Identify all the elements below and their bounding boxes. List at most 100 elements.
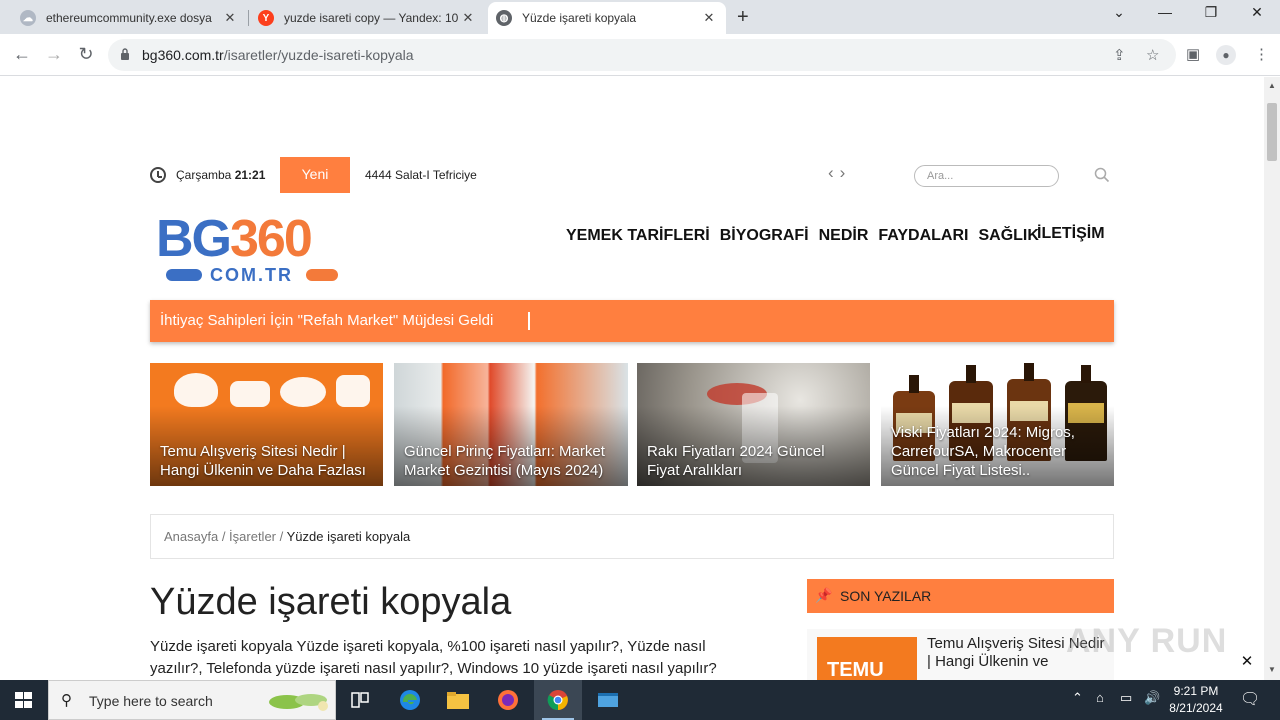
page-title: Yüzde işareti kopyala: [150, 581, 512, 623]
nav-item-iletisim[interactable]: İLETİŞİM: [1037, 225, 1105, 243]
breadcrumb-trail: Anasayfa / İşaretler / Yüzde işareti kop…: [164, 529, 410, 544]
logo-part-360: 360: [230, 210, 313, 268]
logo-pill-left: [166, 269, 202, 281]
clock-icon: [150, 167, 166, 183]
share-icon[interactable]: ⇪: [1113, 46, 1126, 64]
nav-item-yemek-tarifleri[interactable]: YEMEK TARİFLERİ: [566, 227, 710, 245]
app-window-icon[interactable]: [584, 680, 632, 720]
date-time: 21:21: [234, 168, 266, 182]
page-scrollbar[interactable]: ▲ ▼: [1264, 77, 1280, 680]
task-view-icon[interactable]: [336, 680, 384, 720]
ticker-arrows: ‹›: [828, 163, 851, 183]
featured-card-temu[interactable]: Temu Alışveriş Sitesi Nedir | Hangi Ülke…: [150, 363, 383, 486]
card-graphic-shape: [280, 377, 326, 407]
file-explorer-icon[interactable]: [434, 680, 482, 720]
firefox-icon[interactable]: [484, 680, 532, 720]
yandex-icon: Y: [258, 10, 274, 26]
taskbar-clock[interactable]: 9:21 PM 8/21/2024: [1166, 683, 1226, 717]
tab-close-icon[interactable]: ✕: [221, 10, 239, 26]
url-text[interactable]: bg360.com.tr/isaretler/yuzde-isareti-kop…: [142, 47, 414, 63]
logo-subtitle: COM.TR: [210, 265, 293, 285]
chevron-right-icon[interactable]: ›: [840, 163, 852, 182]
tray-network-icon[interactable]: ⌂: [1096, 690, 1104, 705]
scrollbar-thumb[interactable]: [1267, 103, 1277, 161]
tray-volume-icon[interactable]: 🔊: [1144, 690, 1160, 706]
url-domain: bg360.com.tr: [142, 47, 224, 63]
watermark: ANY RUN: [1066, 622, 1228, 660]
featured-card-pirinc[interactable]: Güncel Pirinç Fiyatları: Market Market G…: [394, 363, 628, 486]
side-panel-icon[interactable]: ▣: [1186, 45, 1200, 63]
profile-avatar-icon[interactable]: ●: [1216, 45, 1236, 65]
menu-dots-icon[interactable]: ⋮: [1254, 45, 1269, 63]
breadcrumb-separator: /: [276, 529, 287, 544]
scroll-down-icon[interactable]: ▼: [1268, 665, 1276, 674]
browser-tab-bar: ☁ ethereumcommunity.exe dosya ✕ Y yuzde …: [0, 0, 1280, 34]
tab-separator: [248, 10, 249, 26]
new-badge: Yeni: [280, 157, 350, 193]
breadcrumb: Anasayfa / İşaretler / Yüzde işareti kop…: [150, 514, 1114, 559]
featured-card-raki[interactable]: Rakı Fiyatları 2024 Güncel Fiyat Aralıkl…: [637, 363, 870, 486]
tab-ethereumcommunity[interactable]: ☁ ethereumcommunity.exe dosya ✕: [12, 2, 247, 34]
logo-wordmark: BG360: [156, 210, 313, 268]
notification-icon[interactable]: 🗨: [1240, 689, 1260, 709]
search-icon[interactable]: [1094, 167, 1110, 183]
windows-taskbar: ⚲ Type here to search ⌃ ⌂ ▭ 🔊 9:21 PM 8/…: [0, 680, 1280, 720]
close-ad-icon[interactable]: ✕: [1236, 651, 1258, 673]
breadcrumb-category[interactable]: İşaretler: [229, 529, 276, 544]
featured-card-viski[interactable]: Viski Fiyatları 2024: Migros, CarrefourS…: [881, 363, 1114, 486]
article-intro: Yüzde işareti kopyala Yüzde işareti kopy…: [150, 638, 717, 677]
tab-title: yuzde isareti copy — Yandex: 10: [284, 11, 459, 25]
tray-chevron-up-icon[interactable]: ⌃: [1072, 690, 1083, 706]
tab-search-chevron-icon[interactable]: ⌄: [1099, 4, 1139, 21]
nav-item-biyografi[interactable]: BİYOGRAFİ: [720, 227, 809, 245]
card-title: Viski Fiyatları 2024: Migros, CarrefourS…: [891, 424, 1075, 479]
tab-title: Yüzde işareti kopyala: [522, 11, 637, 25]
tab-close-icon[interactable]: ✕: [700, 10, 718, 26]
address-bar[interactable]: bg360.com.tr/isaretler/yuzde-isareti-kop…: [108, 39, 1176, 71]
restore-icon[interactable]: ❐: [1191, 4, 1231, 21]
sidebar-heading-label: SON YAZILAR: [840, 588, 932, 604]
minimize-icon[interactable]: —: [1145, 4, 1185, 20]
tab-yuzde-isareti[interactable]: ◍ Yüzde işareti kopyala ✕: [488, 2, 726, 34]
start-button[interactable]: [0, 680, 48, 720]
headline-banner[interactable]: İhtiyaç Sahipleri İçin "Refah Market" Mü…: [150, 300, 1114, 342]
news-ticker-item[interactable]: 4444 Salat-I Tefriciye: [365, 168, 477, 182]
scroll-up-icon[interactable]: ▲: [1268, 81, 1276, 90]
logo-part-bg: BG: [156, 210, 232, 268]
thumbnail-text: TEMU: [827, 659, 884, 680]
tray-display-icon[interactable]: ▭: [1120, 690, 1132, 706]
close-window-icon[interactable]: ✕: [1237, 4, 1277, 21]
edge-icon[interactable]: [386, 680, 434, 720]
site-logo[interactable]: BG360 COM.TR: [156, 210, 348, 285]
current-date: Çarşamba 21:21: [176, 168, 265, 182]
date-day: Çarşamba: [176, 168, 232, 182]
chevron-left-icon[interactable]: ‹: [828, 163, 840, 182]
card-graphic-shape: [230, 381, 270, 407]
new-tab-icon[interactable]: +: [737, 6, 749, 29]
back-icon[interactable]: ←: [10, 44, 34, 65]
reload-icon[interactable]: ↻: [74, 44, 98, 65]
chrome-icon[interactable]: [534, 680, 582, 720]
card-title: Temu Alışveriş Sitesi Nedir | Hangi Ülke…: [160, 443, 366, 479]
tab-title: ethereumcommunity.exe dosya: [46, 11, 212, 25]
site-search-input[interactable]: Ara...: [914, 165, 1059, 187]
sidebar-post-thumbnail[interactable]: TEMU: [817, 637, 917, 680]
browser-toolbar: ← → ↻ bg360.com.tr/isaretler/yuzde-isare…: [0, 34, 1280, 76]
cloud-icon: ☁: [20, 10, 36, 26]
tab-yandex[interactable]: Y yuzde isareti copy — Yandex: 10 ✕: [250, 2, 485, 34]
taskbar-search[interactable]: ⚲ Type here to search: [48, 680, 336, 720]
main-navigation: YEMEK TARİFLERİ BİYOGRAFİ NEDİR FAYDALAR…: [566, 227, 1039, 245]
pin-icon: 📌: [815, 587, 833, 603]
nav-item-faydalari[interactable]: FAYDALARI: [878, 227, 968, 245]
nav-item-saglik[interactable]: SAĞLIK: [978, 227, 1038, 245]
site-topbar: Çarşamba 21:21 Yeni 4444 Salat-I Tefrici…: [150, 157, 1114, 193]
bookmark-star-icon[interactable]: ☆: [1146, 46, 1159, 64]
typing-cursor: [528, 312, 530, 330]
taskbar-search-placeholder: Type here to search: [89, 693, 213, 709]
breadcrumb-home[interactable]: Anasayfa: [164, 529, 218, 544]
nav-item-nedir[interactable]: NEDİR: [819, 227, 869, 245]
card-graphic-shape: [336, 375, 370, 407]
forward-icon[interactable]: →: [42, 44, 66, 65]
windows-logo-icon: [15, 692, 33, 709]
tab-close-icon[interactable]: ✕: [459, 10, 477, 26]
